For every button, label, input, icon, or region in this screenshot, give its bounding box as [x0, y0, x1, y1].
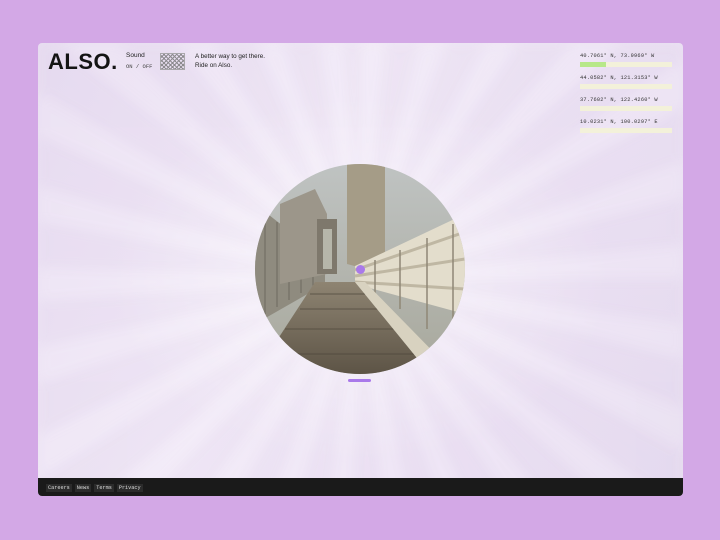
footer-link-careers[interactable]: Careers [46, 484, 72, 492]
location-coordinates: 40.7061° N, 73.9969° W [580, 53, 655, 59]
footer-link-privacy[interactable]: Privacy [116, 484, 143, 492]
sound-control: Sound ON / OFF [126, 52, 152, 70]
location-progress-track [580, 84, 672, 89]
drag-handle[interactable] [348, 379, 371, 382]
footer-link-terms[interactable]: Terms [94, 484, 114, 492]
sound-separator: / [135, 63, 140, 70]
app-window: ALSO. Sound ON / OFF A better way to get… [38, 43, 683, 496]
footer-link-news[interactable]: News [74, 484, 92, 492]
location-progress-fill [580, 62, 606, 67]
location-progress-track [580, 106, 672, 111]
location-coordinates: 10.0231° N, 100.0297° E [580, 119, 658, 125]
sound-label: Sound [126, 52, 145, 59]
location-item[interactable]: 37.7602° N, 122.4260° W [580, 97, 672, 111]
location-coordinates: 44.0582° N, 121.3153° W [580, 75, 658, 81]
tagline-line-1: A better way to get there. [195, 53, 266, 60]
footer: Careers News Terms Privacy [38, 478, 683, 496]
tagline-line-2: Ride on Also. [195, 61, 233, 69]
location-progress-track [580, 128, 672, 133]
sound-toggle: ON / OFF [126, 63, 152, 70]
location-item[interactable]: 10.0231° N, 100.0297° E [580, 119, 672, 133]
hotspot-marker[interactable] [356, 265, 365, 274]
logo[interactable]: ALSO. [48, 49, 118, 75]
location-coordinates: 37.7602° N, 122.4260° W [580, 97, 658, 103]
location-item[interactable]: 44.0582° N, 121.3153° W [580, 75, 672, 89]
location-list: 40.7061° N, 73.9969° W 44.0582° N, 121.3… [580, 53, 672, 141]
location-progress-track [580, 62, 672, 67]
location-item[interactable]: 40.7061° N, 73.9969° W [580, 53, 672, 67]
tagline: A better way to get there. Ride on Also. [195, 53, 265, 70]
sound-on-button[interactable]: ON [126, 63, 133, 70]
footer-nav: Careers News Terms Privacy [46, 484, 143, 492]
qr-code-icon[interactable] [160, 53, 185, 70]
sound-off-button[interactable]: OFF [143, 63, 153, 70]
